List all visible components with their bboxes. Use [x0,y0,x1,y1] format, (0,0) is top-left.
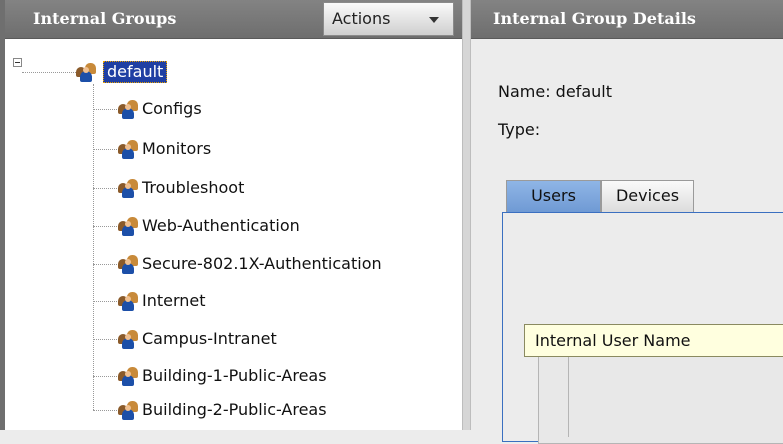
tree-item-label: Internet [142,291,206,310]
tree-item-label: Secure-802.1X-Authentication [142,254,382,273]
internal-groups-pane: Internal Groups Actions default Configs … [0,0,462,430]
group-name-field: Name: default [498,82,612,101]
table-column-divider [568,357,569,437]
tree-collapse-icon[interactable] [13,58,22,67]
pane-title: Internal Groups [33,9,177,28]
user-group-icon [118,216,138,236]
tree-item-label: Monitors [142,139,212,158]
user-group-icon [76,62,96,82]
tab-devices[interactable]: Devices [601,180,694,212]
group-details-pane: Internal Group Details Name: default Typ… [471,0,783,444]
user-group-icon [118,178,138,198]
tree-item-label: Campus-Intranet [142,329,277,348]
tree-connector [22,72,76,73]
tree-item-label: Web-Authentication [142,216,300,235]
actions-dropdown-button[interactable]: Actions [323,2,454,36]
user-group-icon [118,139,138,159]
user-group-icon [118,366,138,386]
tree-item-label: Building-1-Public-Areas [142,366,327,385]
user-group-icon [118,329,138,349]
pane-splitter[interactable] [462,0,471,430]
tree-item-label: Troubleshoot [142,178,245,197]
group-details-header: Internal Group Details [471,0,783,39]
user-group-icon [118,400,138,420]
internal-groups-header: Internal Groups Actions [5,0,462,39]
user-group-icon [118,254,138,274]
tree-item-label: Building-2-Public-Areas [142,400,327,419]
actions-label: Actions [332,9,391,28]
tree-item-label: Configs [142,99,202,118]
group-type-field: Type: [498,120,541,139]
group-tree: default Configs Monitors Troubleshoot We… [5,38,462,430]
column-header-internal-user-name[interactable]: Internal User Name [524,324,783,357]
tree-item-default[interactable]: default [103,61,168,83]
user-group-icon [118,99,138,119]
user-group-icon [118,291,138,311]
tab-users[interactable]: Users [506,180,601,212]
pane-title: Internal Group Details [493,9,696,28]
tree-connector [93,84,94,410]
chevron-down-icon [429,17,439,23]
